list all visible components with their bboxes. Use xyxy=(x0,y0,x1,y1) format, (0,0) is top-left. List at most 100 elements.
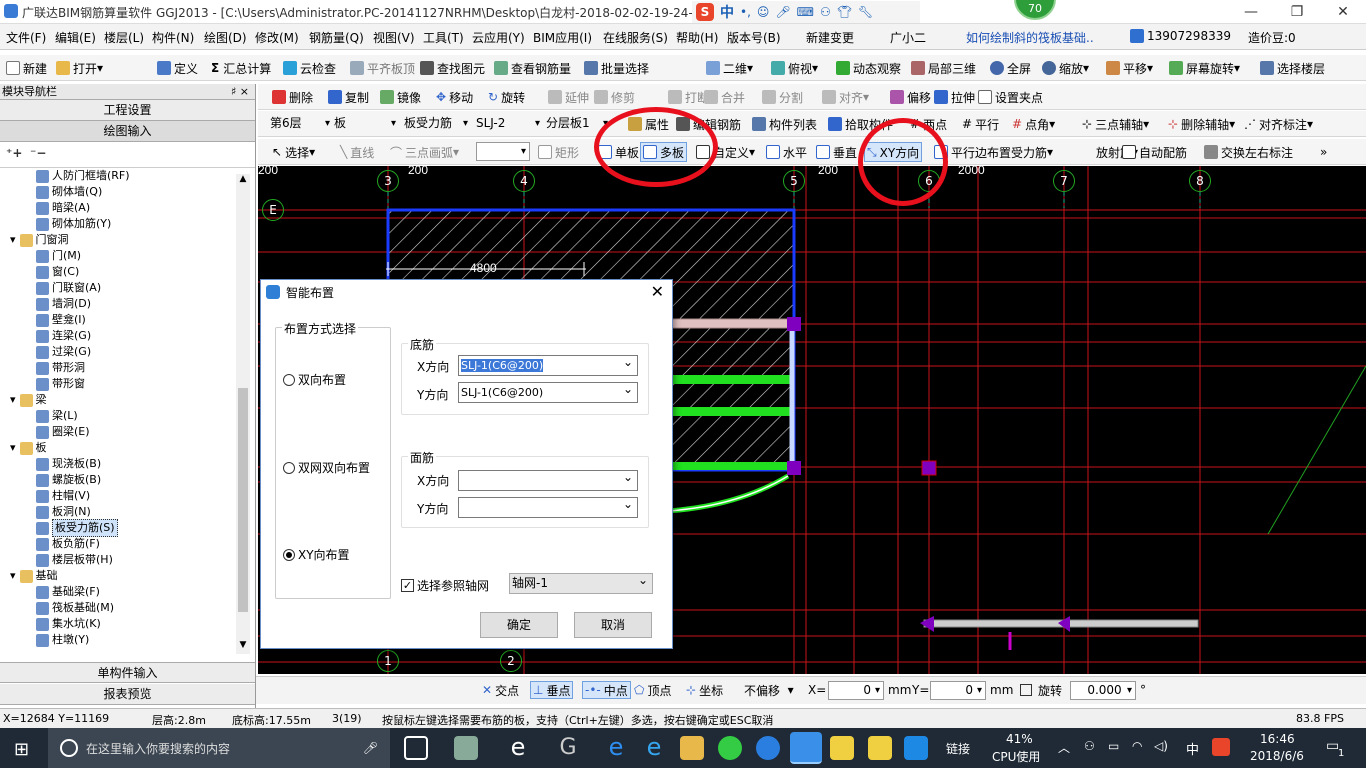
restore-button[interactable]: ❐ xyxy=(1274,0,1320,24)
auto-rebar-button[interactable]: 自动配筋 xyxy=(1122,143,1187,161)
menu-bim[interactable]: BIM应用(I) xyxy=(533,29,592,46)
menu-version[interactable]: 版本号(B) xyxy=(727,29,781,46)
ref-grid-checkbox[interactable]: ✓ 选择参照轴网 xyxy=(401,577,489,594)
define-button[interactable]: 定义 xyxy=(157,59,198,77)
tree-item[interactable]: 板洞(N) xyxy=(36,504,91,520)
grip-point-1[interactable] xyxy=(787,317,801,331)
menu-modify[interactable]: 修改(M) xyxy=(255,29,299,46)
view-rebar-qty-button[interactable]: 查看钢筋量 xyxy=(494,59,571,77)
component-list-button[interactable]: 构件列表 xyxy=(752,115,817,133)
tree-item[interactable]: 筏板基础(M) xyxy=(36,600,114,616)
rebar-green-2[interactable] xyxy=(658,407,794,416)
microphone-icon[interactable]: 🎤︎ xyxy=(363,741,378,755)
snap-perpendicular[interactable]: ⊥ 垂点 xyxy=(530,681,574,699)
top-x-select[interactable] xyxy=(458,468,638,491)
vertical-button[interactable]: 垂直 xyxy=(816,143,857,161)
sogou-icon[interactable]: S xyxy=(696,3,714,21)
fan-app-icon[interactable] xyxy=(454,736,478,760)
explorer-folder-icon[interactable] xyxy=(680,736,704,760)
swap-labels-button[interactable]: 交换左右标注 xyxy=(1204,143,1293,161)
draw-param-select[interactable] xyxy=(476,142,530,161)
set-grip-button[interactable]: 设置夹点 xyxy=(978,88,1043,106)
grid-select[interactable]: 轴网-1 xyxy=(509,571,653,594)
price-beans[interactable]: 造价豆:0 xyxy=(1248,29,1296,46)
radio-double-net-dot[interactable] xyxy=(283,461,295,474)
clock-time[interactable]: 16:46 xyxy=(1260,732,1295,746)
close-window-button[interactable]: ✕ xyxy=(1320,0,1366,24)
top-view-button[interactable]: 俯视 ▾ xyxy=(771,59,818,77)
tree-folder[interactable]: ▾ 板 xyxy=(10,440,47,456)
battery-icon[interactable]: ▭ xyxy=(1108,739,1119,753)
tree-item[interactable]: 带形窗 xyxy=(36,376,85,392)
tray-users-icon[interactable]: ⚇ xyxy=(1084,739,1095,753)
tree-item[interactable]: 带形洞 xyxy=(36,360,85,376)
scroll-up-icon[interactable]: ▲ xyxy=(236,174,250,188)
level-slab-top-button[interactable]: 平齐板顶 xyxy=(350,59,415,77)
collapse-triangle-icon[interactable]: ▾ xyxy=(10,568,16,584)
delete-button[interactable]: 删除 xyxy=(272,88,313,106)
tree-folder[interactable]: ▾ 基础 xyxy=(10,568,58,584)
user-phone[interactable]: 13907298339 xyxy=(1130,29,1231,43)
radio-bidirectional-dot[interactable] xyxy=(283,373,295,386)
scroll-down-icon[interactable]: ▼ xyxy=(236,640,250,654)
collapse-triangle-icon[interactable]: ▾ xyxy=(10,440,16,456)
ime-toolbar[interactable]: S 中 •, ☺ 🎤︎ ⌨ ⚇ 👕︎ 🔧︎ xyxy=(692,1,920,23)
people-icon[interactable]: ⚇ xyxy=(820,5,831,19)
menu-help[interactable]: 帮助(H) xyxy=(676,29,718,46)
menu-new-change[interactable]: 新建变更 xyxy=(806,29,854,46)
notification-badge[interactable]: 70 xyxy=(1014,0,1056,20)
glodon-bim-active-icon[interactable] xyxy=(790,732,822,764)
tree-item[interactable]: 墙洞(D) xyxy=(36,296,91,312)
curved-slab-edge[interactable] xyxy=(667,473,790,514)
rotate-input[interactable]: 0.000 xyxy=(1070,681,1136,700)
type-select[interactable]: 板 xyxy=(330,114,400,133)
help-link[interactable]: 如何绘制斜的筏板基础.. xyxy=(966,29,1094,46)
spiral-app-icon[interactable]: G xyxy=(556,736,580,760)
notepad-icon[interactable] xyxy=(830,736,854,760)
menu-tools[interactable]: 工具(T) xyxy=(423,29,464,46)
ime-tray-label[interactable]: 中 xyxy=(1186,739,1199,758)
tree-item[interactable]: 壁龛(I) xyxy=(36,312,86,328)
tree-item[interactable]: 梁(L) xyxy=(36,408,78,424)
snap-coordinate[interactable]: ⊹ 坐标 xyxy=(686,681,723,699)
collapse-triangle-icon[interactable]: ▾ xyxy=(10,232,16,248)
dialog-close-button[interactable]: ✕ xyxy=(651,282,664,301)
open-button[interactable]: 打开 ▾ xyxy=(56,59,103,77)
axis-label-5[interactable]: 5 xyxy=(783,170,805,192)
tree-item[interactable]: 暗梁(A) xyxy=(36,200,90,216)
radio-xy-layout-dot[interactable] xyxy=(283,548,295,561)
bottom-y-select[interactable]: SLJ-1(C6@200) xyxy=(458,380,638,403)
offset-select[interactable]: 不偏移 ▾ xyxy=(744,681,794,699)
delete-aux-button[interactable]: ⊹ 删除辅轴 ▾ xyxy=(1168,115,1235,133)
wrench-icon[interactable]: 🔧︎ xyxy=(858,5,873,19)
trim-button[interactable]: 修剪 xyxy=(594,88,635,106)
view-2d-button[interactable]: 二维 ▾ xyxy=(706,59,753,77)
axis-label-3[interactable]: 3 xyxy=(377,170,399,192)
tree-folder[interactable]: ▾ 梁 xyxy=(10,392,47,408)
tree-item[interactable]: 螺旋板(B) xyxy=(36,472,101,488)
radio-xy-layout[interactable]: XY向布置 xyxy=(283,546,350,563)
pan-button[interactable]: 平移 ▾ xyxy=(1106,59,1153,77)
radio-double-net[interactable]: 双网双向布置 xyxy=(283,459,370,476)
tree-item[interactable]: 砌体墙(Q) xyxy=(36,184,102,200)
volume-icon[interactable]: ◁) xyxy=(1154,739,1168,753)
menu-edit[interactable]: 编辑(E) xyxy=(55,29,96,46)
y-input[interactable]: 0 xyxy=(930,681,986,700)
axis-label-2[interactable]: 2 xyxy=(500,650,522,672)
menu-view[interactable]: 视图(V) xyxy=(373,29,415,46)
subtype-select[interactable]: 板受力筋 xyxy=(400,114,472,133)
report-preview-button[interactable]: 报表预览 xyxy=(0,684,255,705)
rotate-button[interactable]: ↻ 旋转 xyxy=(488,88,525,106)
local-3d-button[interactable]: 局部三维 xyxy=(911,59,976,77)
x-input[interactable]: 0 xyxy=(828,681,884,700)
rebar-arrow-left[interactable] xyxy=(920,616,934,632)
tree-item[interactable]: 柱墩(Y) xyxy=(36,632,89,648)
tray-chevron-icon[interactable]: ︿ xyxy=(1058,739,1070,756)
align-dimension-button[interactable]: ⋰ 对齐标注 ▾ xyxy=(1244,115,1313,133)
checkbox-checked-icon[interactable]: ✓ xyxy=(401,579,414,592)
mic-icon[interactable]: 🎤︎ xyxy=(775,5,790,19)
fullscreen-button[interactable]: 全屏 xyxy=(990,59,1031,77)
tree-item[interactable]: 柱帽(V) xyxy=(36,488,90,504)
expand-all-icon[interactable]: ⁺+ xyxy=(6,146,22,160)
minimize-button[interactable]: — xyxy=(1228,0,1274,24)
